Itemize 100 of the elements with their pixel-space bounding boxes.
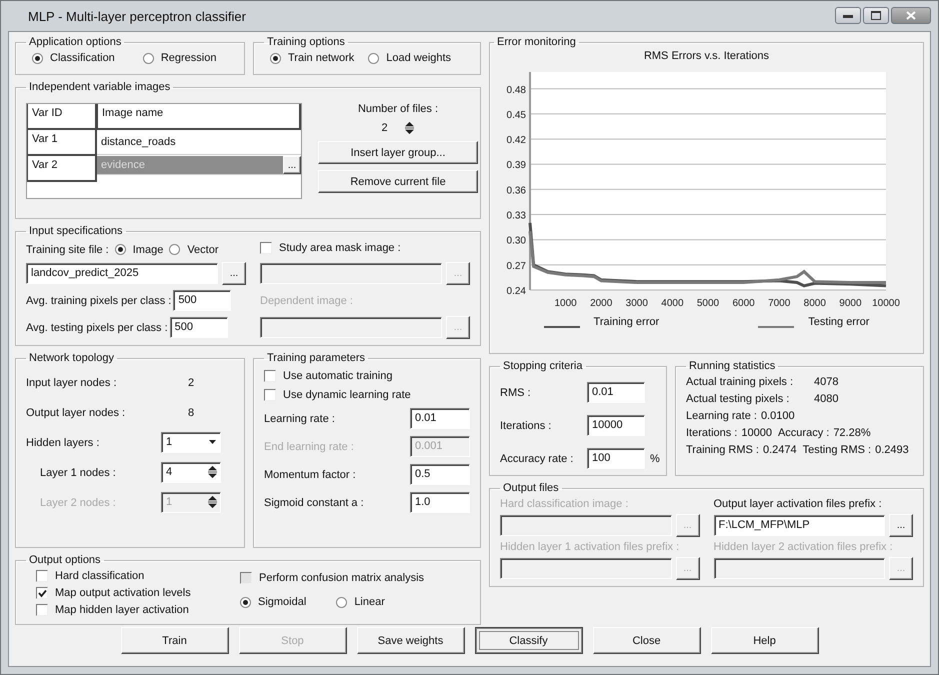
minimize-button[interactable] bbox=[835, 7, 861, 24]
radio-button[interactable]: Linear bbox=[336, 596, 385, 608]
checkbox[interactable]: Study area mask image : bbox=[260, 242, 401, 254]
row-header[interactable]: Var 1 bbox=[27, 130, 97, 156]
browse-button[interactable]: ... bbox=[283, 156, 301, 174]
radio-button[interactable]: Train network bbox=[270, 52, 354, 64]
field-label: Layer 1 nodes : bbox=[39, 466, 117, 478]
close-icon bbox=[906, 11, 916, 20]
y-tick-label: 0.27 bbox=[506, 260, 526, 272]
stat-label: Testing RMS : bbox=[802, 444, 872, 456]
radio-circle[interactable] bbox=[142, 52, 154, 64]
table-cell[interactable]: distance_roads bbox=[97, 130, 301, 155]
radio-circle[interactable] bbox=[336, 596, 348, 608]
checkbox-square[interactable] bbox=[36, 570, 48, 582]
maximize-icon bbox=[871, 11, 881, 20]
checkbox-square[interactable] bbox=[260, 242, 272, 254]
node-count: 2 bbox=[186, 376, 196, 388]
text-field[interactable]: 1.0 bbox=[410, 492, 470, 513]
radio-circle[interactable] bbox=[240, 596, 251, 608]
y-tick-label: 0.36 bbox=[506, 185, 526, 196]
chart-title: RMS Errors v.s. Iterations bbox=[644, 50, 770, 62]
action-button[interactable]: Insert layer group... bbox=[318, 141, 478, 164]
dialog-button[interactable]: Help bbox=[710, 627, 818, 654]
radio-circle[interactable] bbox=[368, 52, 380, 64]
radio-circle[interactable] bbox=[32, 52, 43, 64]
x-tick-label: 8000 bbox=[803, 298, 826, 309]
text-field[interactable]: landcov_predict_2025 bbox=[26, 263, 218, 284]
spinner-field[interactable]: 4 bbox=[161, 462, 221, 483]
field-label: Hard classification image : bbox=[500, 498, 630, 510]
maximize-button[interactable] bbox=[863, 7, 889, 24]
dropdown-field[interactable]: 1 bbox=[161, 432, 221, 453]
dialog-button[interactable]: Train bbox=[120, 627, 228, 654]
radio-button[interactable]: Vector bbox=[169, 244, 219, 256]
radio-button[interactable]: Regression bbox=[142, 52, 216, 64]
group-title: Training parameters bbox=[266, 352, 366, 364]
x-tick-label: 5000 bbox=[696, 298, 719, 309]
column-header[interactable]: Image name bbox=[97, 104, 301, 130]
dialog-button[interactable]: Close bbox=[592, 627, 700, 654]
checkbox-square[interactable] bbox=[264, 389, 276, 401]
checkbox-square[interactable] bbox=[36, 587, 48, 599]
field-label: Layer 2 nodes : bbox=[39, 496, 117, 508]
field-label: Hidden layer 2 activation files prefix : bbox=[714, 541, 894, 553]
checkbox[interactable]: Use automatic training bbox=[264, 370, 470, 382]
node-count: 8 bbox=[186, 406, 196, 418]
browse-button[interactable]: ... bbox=[222, 262, 246, 285]
field-label: Sigmoid constant a : bbox=[264, 496, 365, 508]
text-field[interactable]: 0.01 bbox=[587, 382, 645, 403]
spin-arrows-icon[interactable] bbox=[207, 495, 218, 509]
action-button[interactable]: Remove current file bbox=[318, 170, 478, 193]
browse-button[interactable]: ... bbox=[889, 514, 913, 537]
y-tick-label: 0.45 bbox=[506, 110, 526, 121]
checkbox[interactable]: Map hidden layer activation bbox=[36, 604, 240, 616]
stat-value: 10000 bbox=[741, 427, 772, 439]
x-tick-label: 3000 bbox=[625, 298, 648, 309]
group-title: Network topology bbox=[28, 352, 115, 364]
checkbox[interactable]: Use dynamic learning rate bbox=[264, 389, 470, 401]
y-tick-label: 0.30 bbox=[506, 236, 526, 247]
radio-circle[interactable] bbox=[114, 244, 126, 255]
dialog-button[interactable]: Save weights bbox=[356, 627, 464, 654]
group-title: Output options bbox=[28, 554, 102, 566]
group-title: Output files bbox=[502, 482, 560, 494]
stat-value: 0.0100 bbox=[760, 410, 795, 422]
stat-value: 4078 bbox=[814, 376, 838, 388]
stat-label: Actual training pixels : bbox=[686, 376, 794, 388]
text-field[interactable]: 100 bbox=[587, 448, 645, 469]
text-field[interactable]: F:\LCM_MFP\MLP bbox=[714, 515, 885, 536]
radio-button[interactable]: Classification bbox=[32, 52, 115, 64]
text-field[interactable]: 10000 bbox=[587, 415, 645, 436]
spin-arrows-icon[interactable] bbox=[207, 465, 218, 479]
text-field[interactable]: 0.01 bbox=[410, 408, 470, 429]
text-field[interactable]: 0.5 bbox=[410, 464, 470, 485]
checkbox-square[interactable] bbox=[264, 370, 276, 382]
text-field[interactable]: 500 bbox=[170, 317, 228, 338]
field-label: Hidden layer 1 activation files prefix : bbox=[500, 541, 680, 553]
checkbox-square[interactable] bbox=[36, 604, 48, 616]
checkbox[interactable]: Map output activation levels bbox=[36, 587, 240, 599]
radio-button[interactable]: Image bbox=[114, 244, 164, 256]
stat-value: 72.28% bbox=[833, 427, 871, 439]
radio-button[interactable]: Load weights bbox=[368, 52, 452, 64]
field-label: Number of files : bbox=[358, 103, 438, 115]
stat-label: Learning rate : bbox=[686, 410, 757, 422]
text-field[interactable]: 500 bbox=[173, 290, 232, 311]
x-tick-label: 2000 bbox=[590, 298, 612, 309]
checkbox[interactable]: Hard classification bbox=[36, 570, 240, 582]
radio-circle[interactable] bbox=[169, 244, 180, 255]
group-title: Independent variable images bbox=[28, 81, 172, 93]
radio-button[interactable]: Sigmoidal bbox=[240, 596, 306, 608]
x-tick-label: 10000 bbox=[872, 298, 900, 309]
field-label: Training site file : bbox=[26, 244, 109, 256]
radio-circle[interactable] bbox=[270, 52, 281, 64]
field-label: Output layer activation files prefix : bbox=[714, 498, 883, 510]
row-header[interactable]: Var 2 bbox=[27, 156, 97, 182]
legend-line bbox=[758, 326, 794, 328]
x-tick-label: 9000 bbox=[838, 298, 862, 309]
field-label: End learning rate : bbox=[264, 440, 355, 452]
close-button[interactable] bbox=[891, 7, 931, 24]
table-cell[interactable]: evidence ... bbox=[97, 156, 301, 175]
dialog-button[interactable]: Classify bbox=[474, 627, 582, 654]
y-tick-label: 0.39 bbox=[506, 160, 526, 172]
spin-arrows-icon[interactable] bbox=[404, 121, 415, 135]
